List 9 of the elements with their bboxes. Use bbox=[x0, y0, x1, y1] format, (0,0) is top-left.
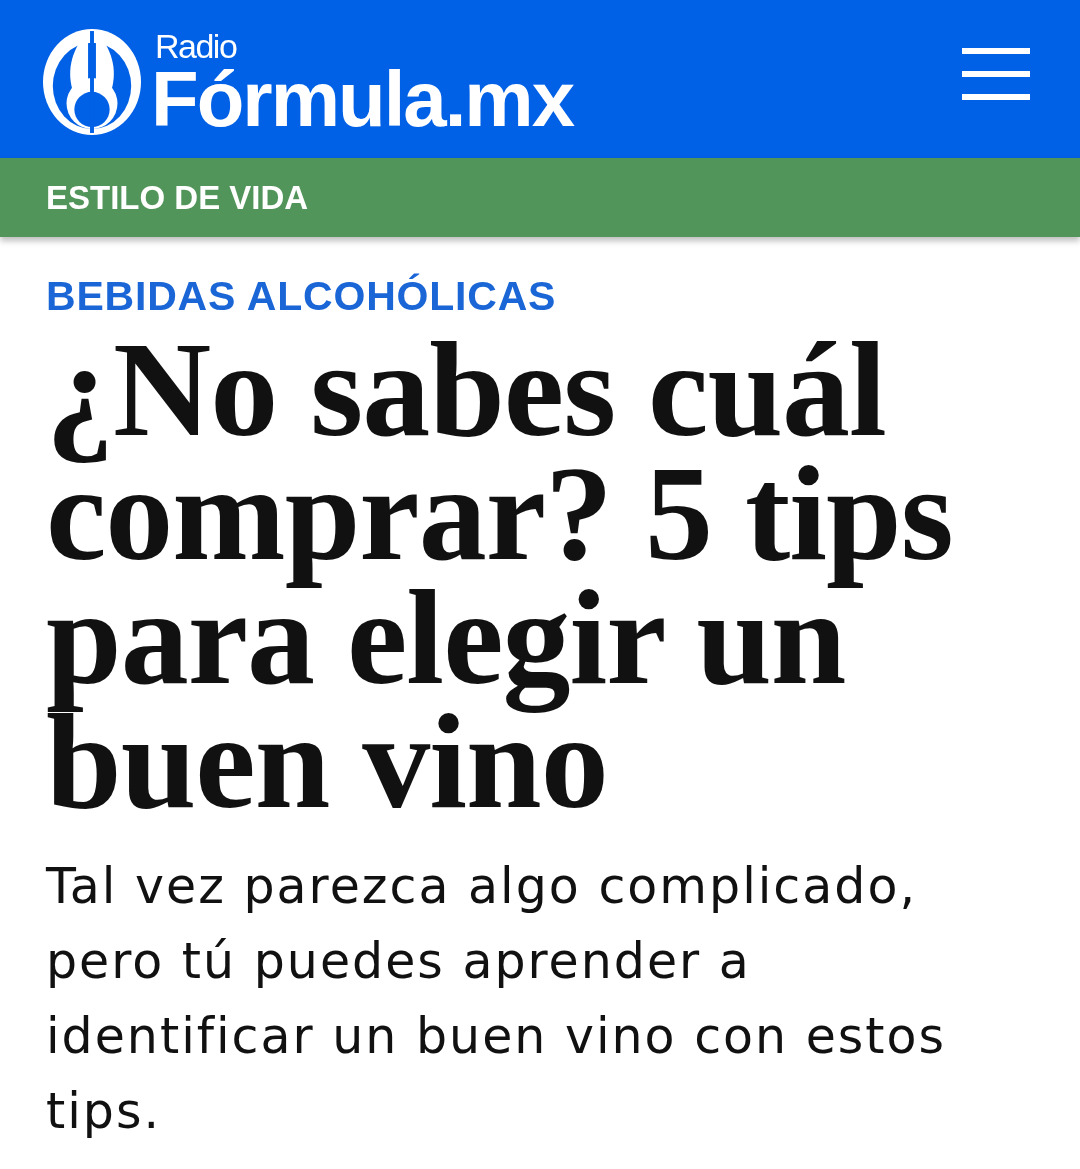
menu-icon bbox=[962, 48, 1030, 100]
article-headline: ¿No sabes cuál comprar? 5 tips para elegir un buen vino bbox=[46, 327, 954, 823]
article-summary: Tal vez parezca algo complicado, pero tú puedes aprender a identificar un buen vino con estos tips. bbox=[46, 857, 948, 1142]
menu-button[interactable] bbox=[962, 48, 1030, 100]
logo-icon bbox=[43, 29, 141, 135]
category-link[interactable]: BEBIDAS ALCOHÓLICAS bbox=[46, 273, 557, 319]
section-link[interactable]: ESTILO DE VIDA bbox=[46, 178, 309, 217]
logo-wordmark: Fórmula.mx bbox=[151, 63, 574, 135]
logo-subtitle: Radio bbox=[155, 29, 237, 63]
